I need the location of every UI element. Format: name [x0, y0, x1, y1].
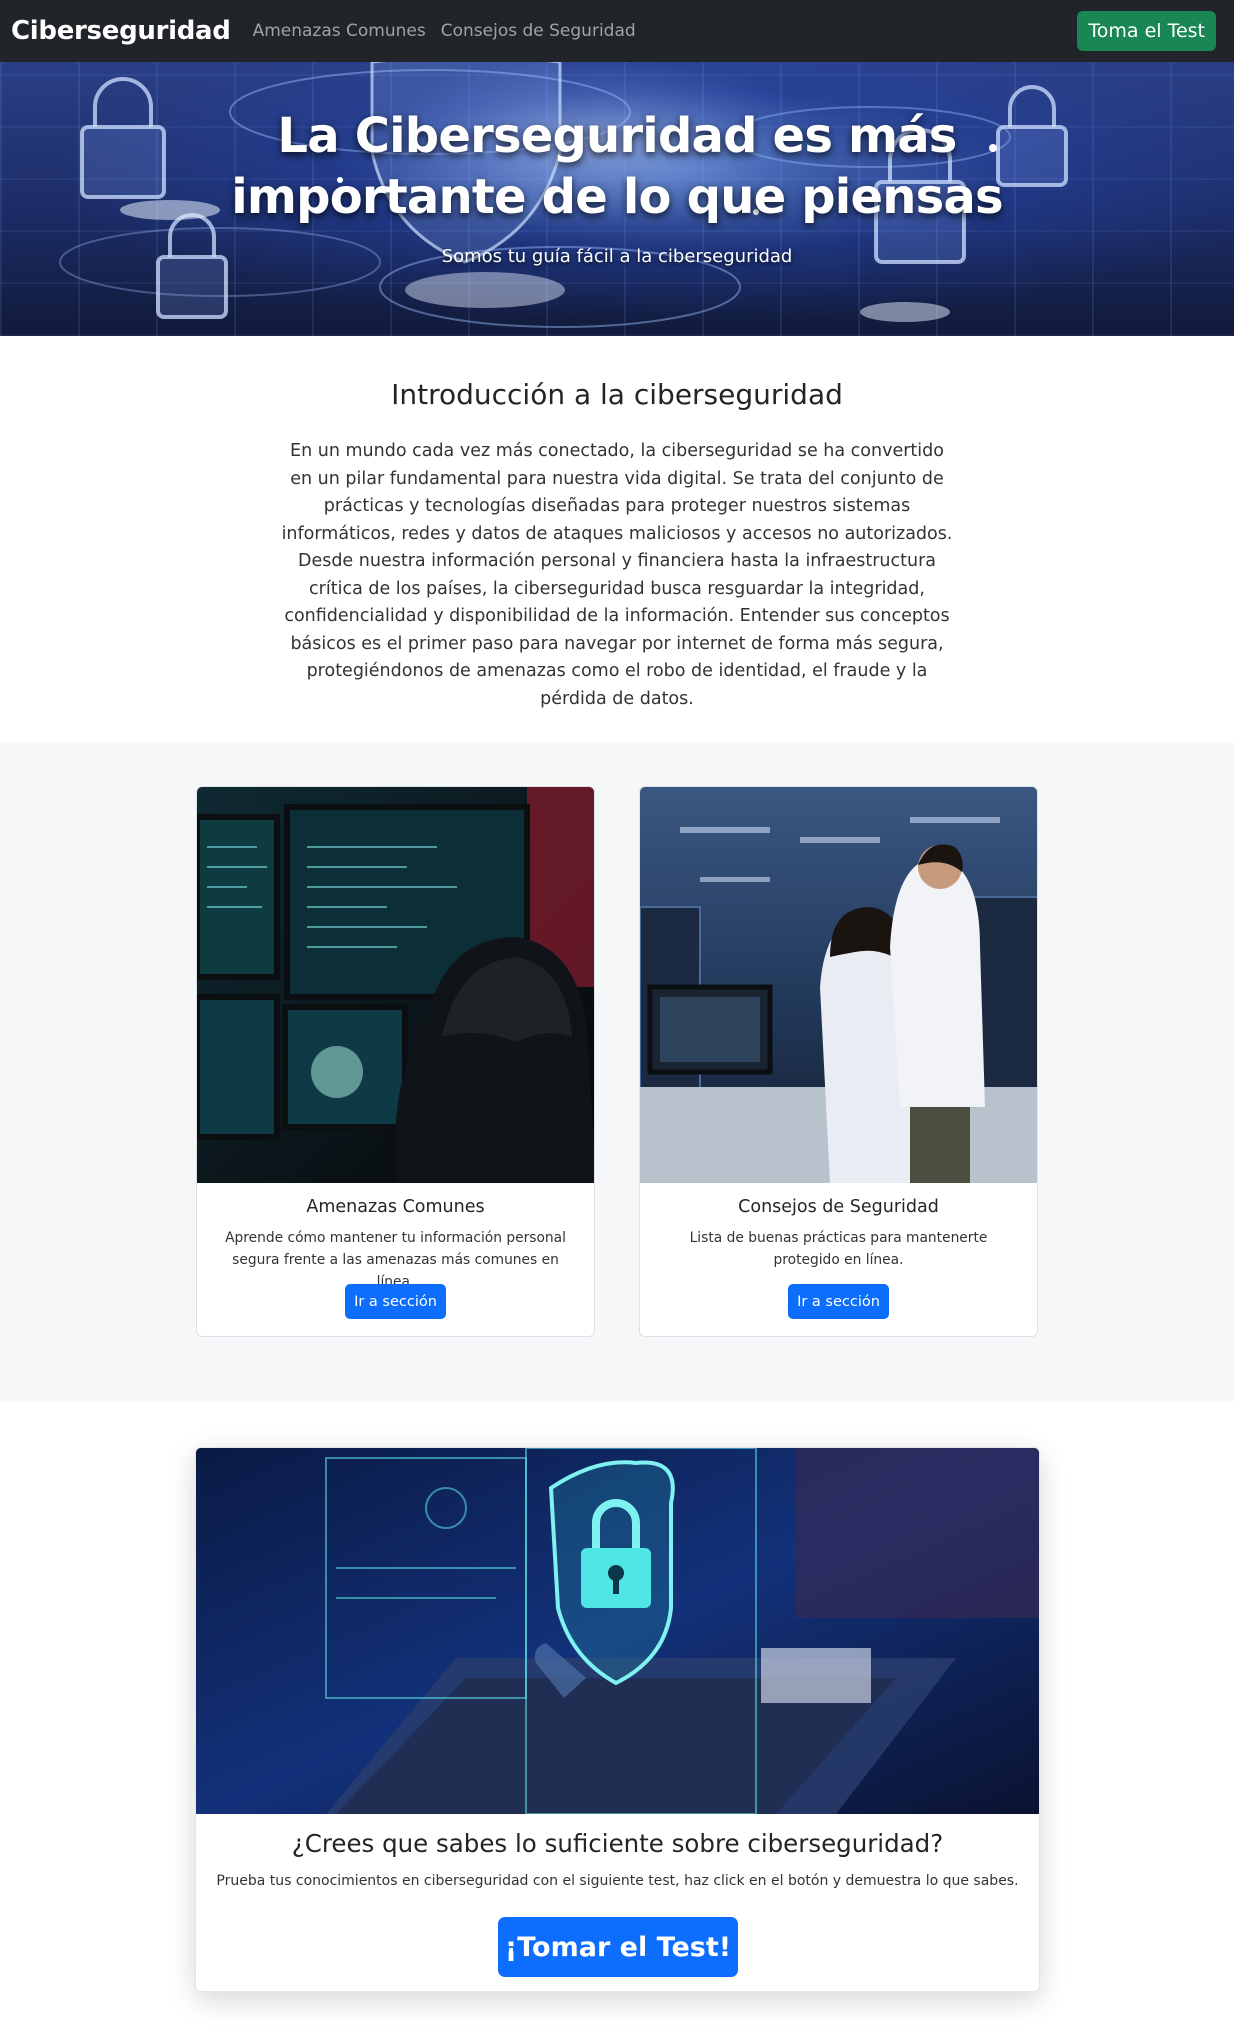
card-consejos-title: Consejos de Seguridad — [738, 1197, 939, 1217]
take-test-button[interactable]: ¡Tomar el Test! — [498, 1917, 738, 1977]
nav-link-amenazas[interactable]: Amenazas Comunes — [253, 21, 426, 41]
take-test-nav-button[interactable]: Toma el Test — [1077, 11, 1216, 51]
card-amenazas-image — [197, 787, 594, 1183]
card-amenazas: Amenazas Comunes Aprende cómo mantener t… — [196, 786, 595, 1337]
hooded-hacker-photo-icon — [197, 787, 594, 1183]
cta-image — [196, 1448, 1039, 1814]
hero-title-line1: La Ciberseguridad es más — [277, 108, 957, 164]
navbar: Ciberseguridad Amenazas Comunes Consejos… — [0, 0, 1234, 62]
test-cta-card: ¿Crees que sabes lo suficiente sobre cib… — [195, 1447, 1040, 1992]
card-consejos-button[interactable]: Ir a sección — [788, 1284, 889, 1319]
cards-section: Amenazas Comunes Aprende cómo mantener t… — [0, 742, 1234, 1402]
hero-banner: La Ciberseguridad es más importante de l… — [0, 62, 1234, 336]
cta-text: Prueba tus conocimientos en cibersegurid… — [216, 1873, 1019, 1889]
nav-link-consejos[interactable]: Consejos de Seguridad — [441, 21, 636, 41]
card-amenazas-title: Amenazas Comunes — [306, 1197, 485, 1217]
hero-subtitle: Somos tu guía fácil a la ciberseguridad — [441, 246, 793, 267]
card-consejos-image — [640, 787, 1037, 1183]
card-amenazas-button[interactable]: Ir a sección — [345, 1284, 446, 1319]
hero-title-line2: importante de lo que piensas — [231, 169, 1003, 225]
card-consejos-text: Lista de buenas prácticas para mantenert… — [689, 1230, 988, 1268]
intro-title: Introducción a la ciberseguridad — [391, 378, 843, 411]
cta-title: ¿Crees que sabes lo suficiente sobre cib… — [291, 1829, 944, 1858]
data-center-team-photo-icon — [640, 787, 1037, 1183]
intro-text: En un mundo cada vez más conectado, la c… — [281, 441, 953, 709]
card-consejos: Consejos de Seguridad Lista de buenas pr… — [639, 786, 1038, 1337]
shield-padlock-laptop-illustration-icon — [196, 1448, 1039, 1814]
hero-title: La Ciberseguridad es más importante de l… — [0, 106, 1234, 228]
navbar-brand[interactable]: Ciberseguridad — [11, 16, 231, 46]
